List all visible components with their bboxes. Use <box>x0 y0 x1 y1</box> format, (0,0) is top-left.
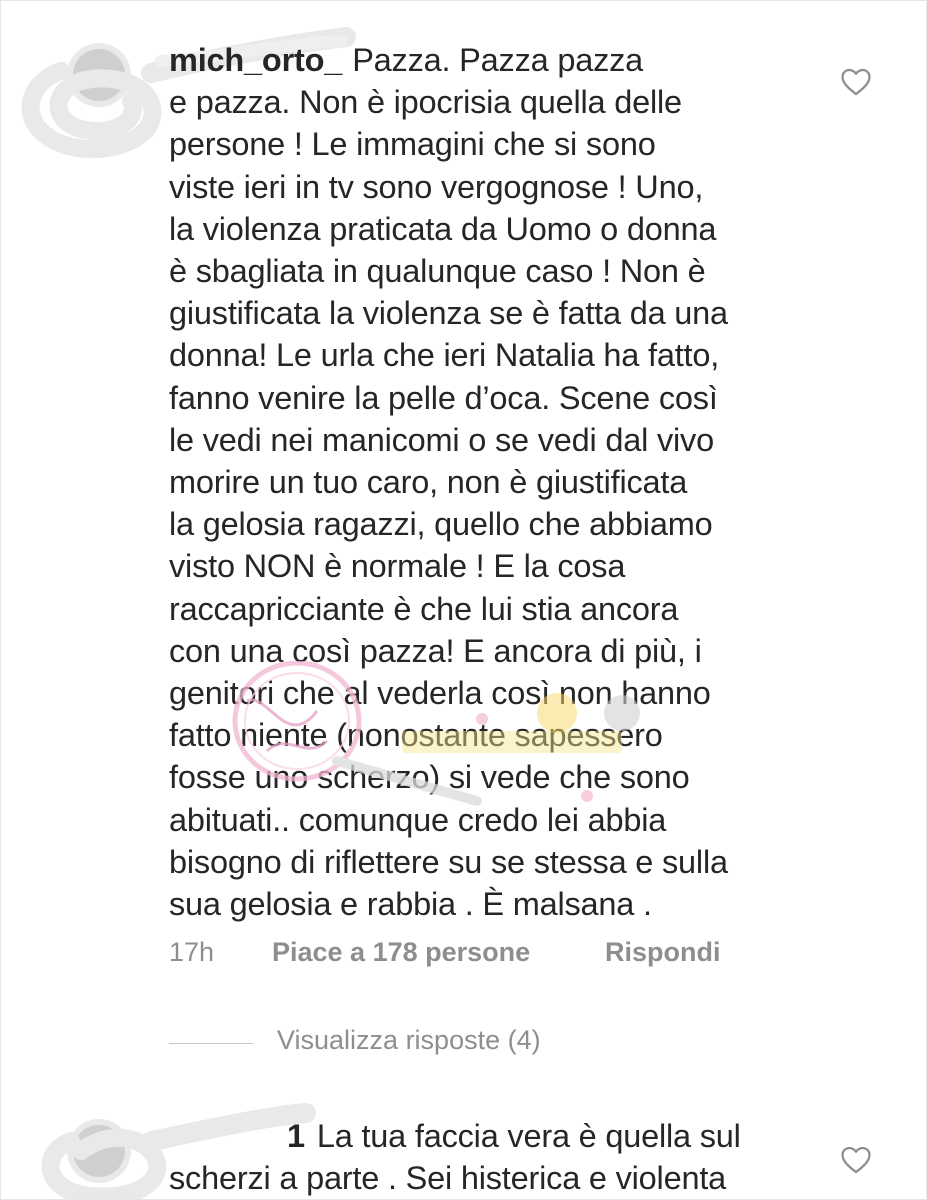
comment-body: 1 La tua faccia vera è quella sul scherzi… <box>169 1118 741 1197</box>
comment-time: 17h <box>169 937 215 967</box>
comments-screen: mich_orto_ Pazza. Pazza pazza e pazza. No… <box>0 0 927 1200</box>
reply-button[interactable]: Rispondi <box>605 937 721 968</box>
avatar[interactable] <box>67 43 131 107</box>
heart-outline-icon[interactable] <box>839 1143 873 1177</box>
divider <box>169 1043 253 1044</box>
heart-outline-icon[interactable] <box>839 65 873 99</box>
avatar[interactable] <box>67 1119 131 1183</box>
likes-count-link[interactable]: Piace a 178 persone <box>272 937 530 968</box>
comment-meta: 17h Piace a 178 persone Rispondi <box>169 937 769 977</box>
username[interactable]: mich_orto_ <box>169 42 342 78</box>
username[interactable]: 1 <box>287 1118 305 1154</box>
comment-body: mich_orto_ Pazza. Pazza pazza e pazza. No… <box>169 42 728 923</box>
